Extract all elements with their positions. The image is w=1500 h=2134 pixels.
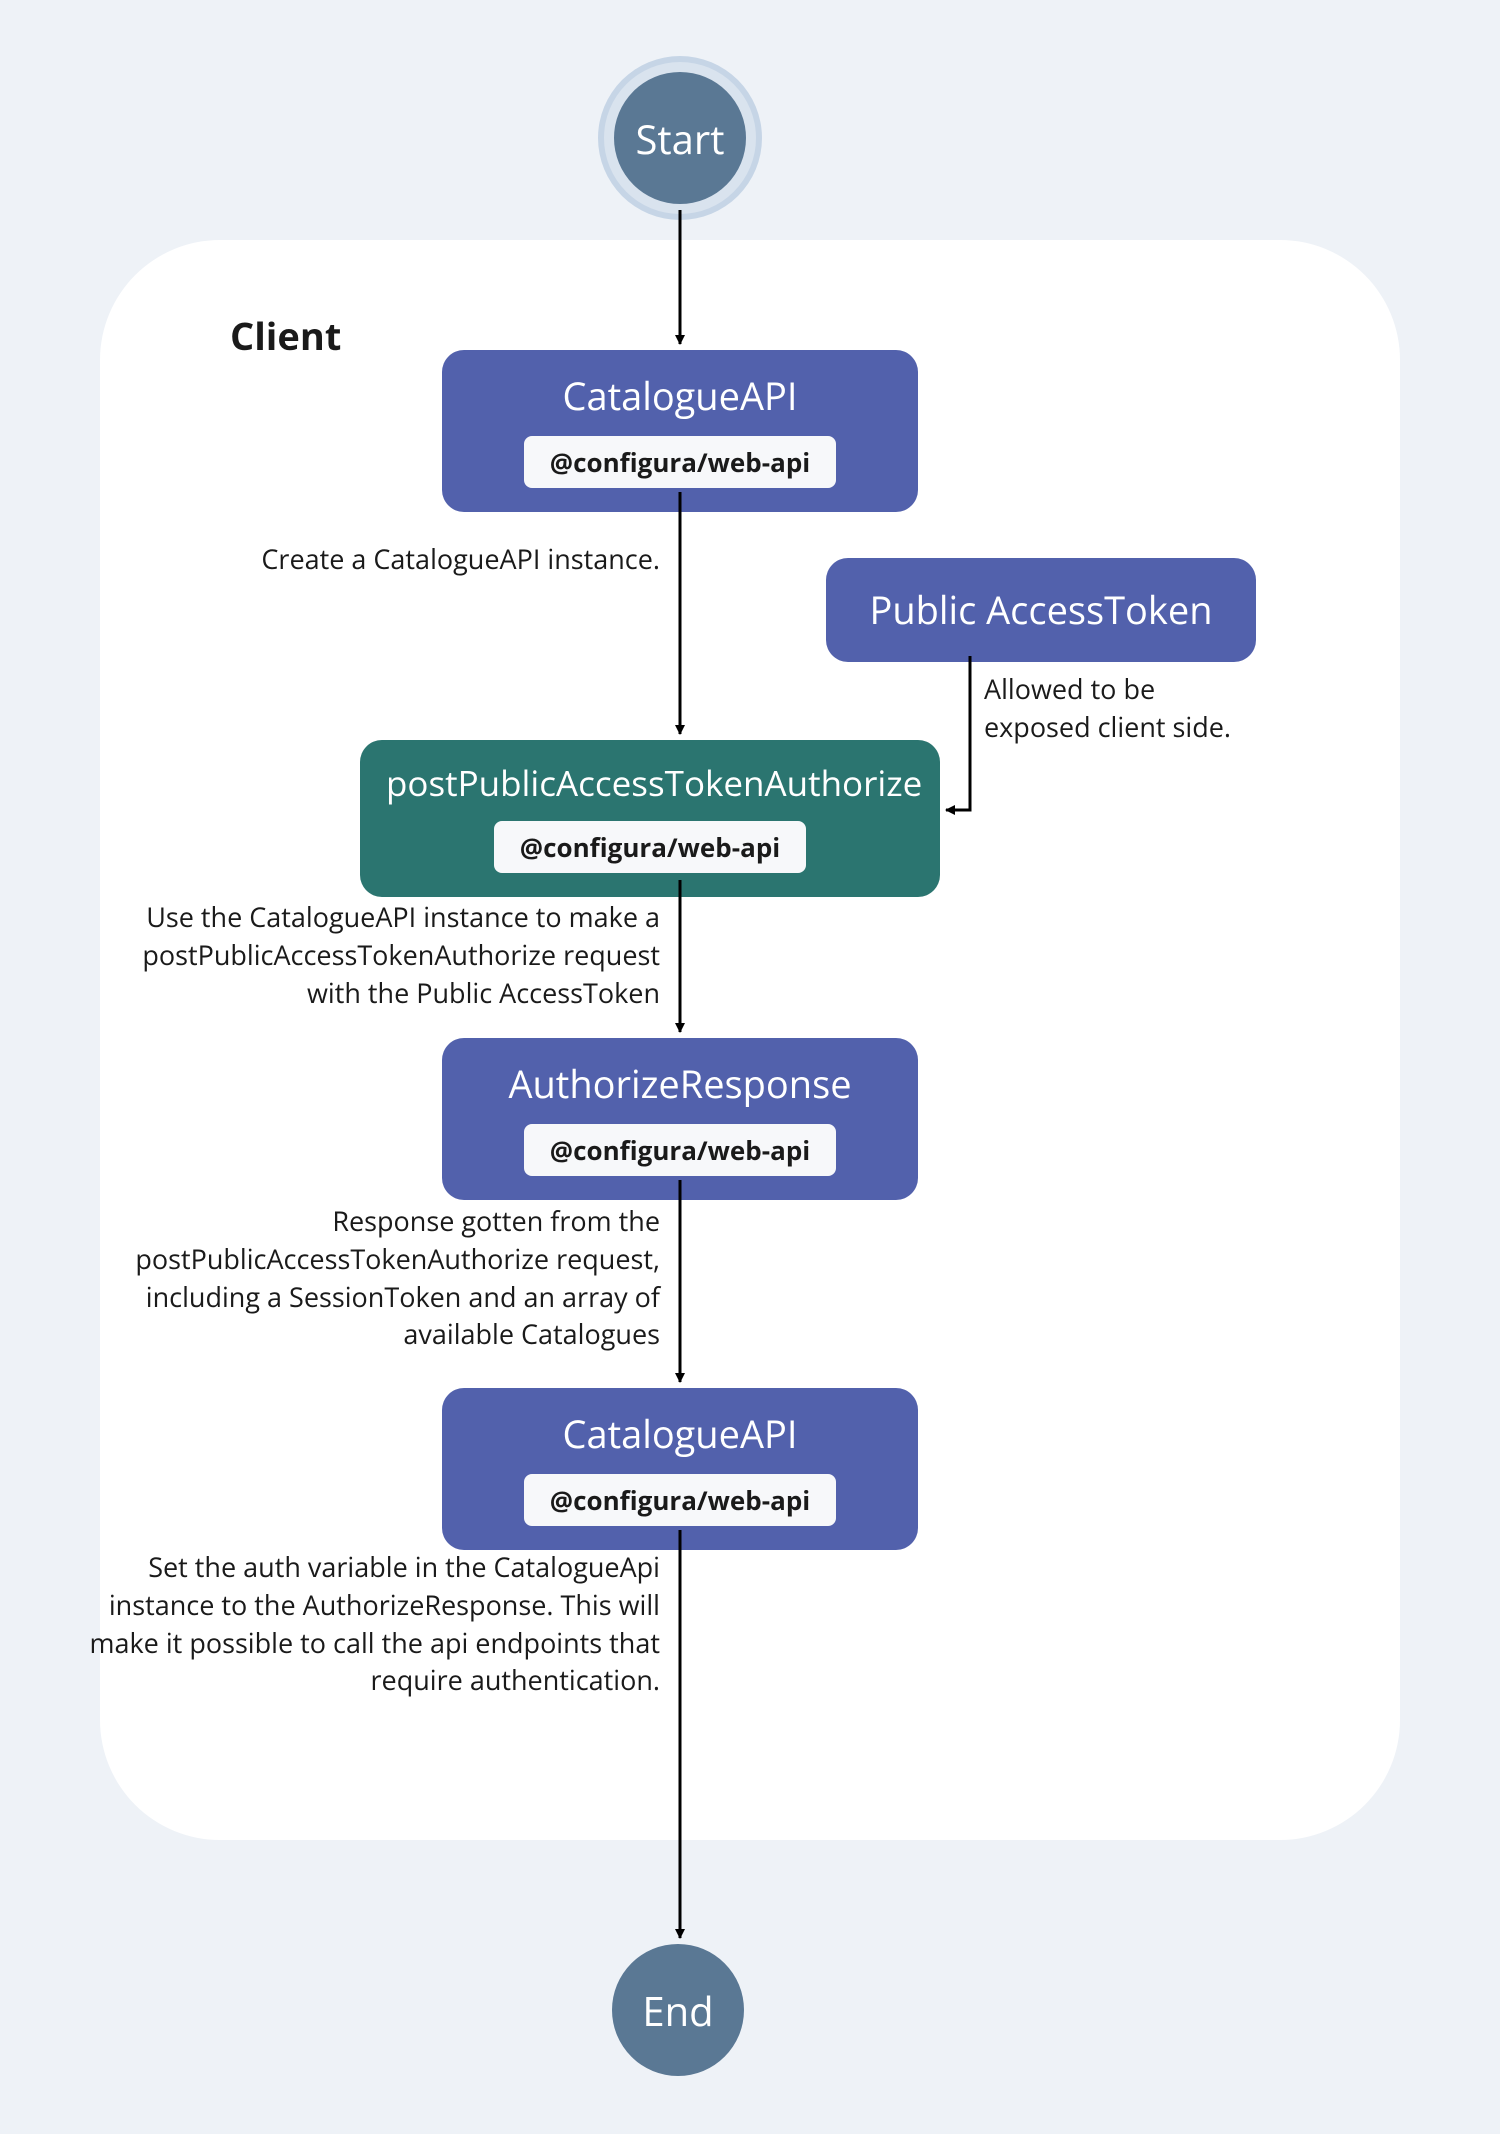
caption-create-instance: Create a CatalogueAPI instance. bbox=[210, 540, 660, 578]
box-title: CatalogueAPI bbox=[468, 370, 892, 422]
box-title: postPublicAccessTokenAuthorize bbox=[386, 760, 914, 807]
box-tag: @configura/web-api bbox=[494, 821, 806, 873]
start-label: Start bbox=[635, 111, 724, 166]
box-tag: @configura/web-api bbox=[524, 436, 836, 488]
authorize-response-box: AuthorizeResponse @configura/web-api bbox=[442, 1038, 918, 1200]
box-title: CatalogueAPI bbox=[468, 1408, 892, 1460]
catalogue-api-box-1: CatalogueAPI @configura/web-api bbox=[442, 350, 918, 512]
start-node: Start bbox=[614, 72, 746, 204]
public-access-token-box: Public AccessToken bbox=[826, 558, 1256, 662]
caption-response-gotten: Response gotten from thepostPublicAccess… bbox=[100, 1202, 660, 1353]
caption-exposed-client: Allowed to beexposed client side. bbox=[984, 670, 1284, 746]
box-tag: @configura/web-api bbox=[524, 1124, 836, 1176]
end-label: End bbox=[642, 1983, 713, 2038]
box-title: AuthorizeResponse bbox=[468, 1058, 892, 1110]
client-label: Client bbox=[230, 310, 341, 362]
caption-set-auth: Set the auth variable in the CatalogueAp… bbox=[80, 1548, 660, 1699]
box-title: Public AccessToken bbox=[852, 584, 1230, 636]
catalogue-api-box-2: CatalogueAPI @configura/web-api bbox=[442, 1388, 918, 1550]
end-node: End bbox=[612, 1944, 744, 2076]
box-tag: @configura/web-api bbox=[524, 1474, 836, 1526]
post-auth-box: postPublicAccessTokenAuthorize @configur… bbox=[360, 740, 940, 897]
caption-use-instance: Use the CatalogueAPI instance to make ap… bbox=[120, 898, 660, 1011]
